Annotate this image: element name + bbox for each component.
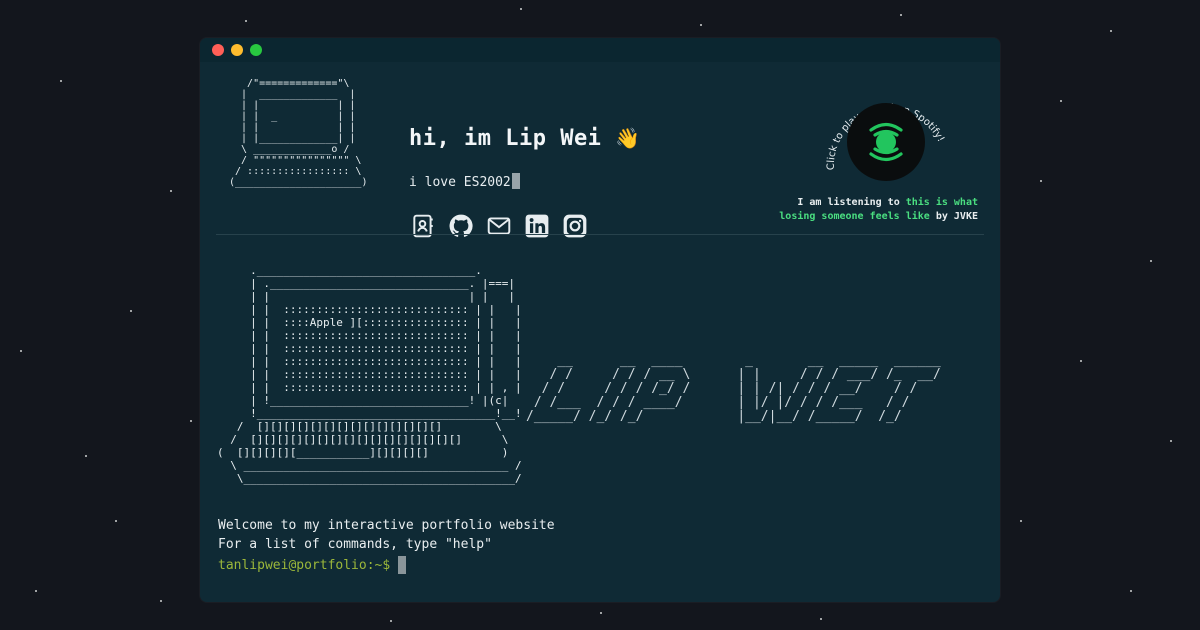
tagline: i love ES2002 — [409, 173, 520, 190]
title-bar — [200, 38, 1000, 62]
apple-ii-ascii-art: ._________________________________. | ._… — [217, 264, 522, 485]
contact-icon[interactable] — [410, 213, 436, 239]
close-button[interactable] — [212, 44, 224, 56]
minimize-button[interactable] — [231, 44, 243, 56]
spotify-icon — [847, 103, 925, 181]
shell-prompt: tanlipwei@portfolio:~$ — [218, 557, 391, 573]
divider — [216, 234, 984, 235]
by-text: by — [935, 211, 948, 222]
command-input[interactable] — [398, 556, 407, 574]
social-links — [410, 213, 588, 239]
now-playing: I am listening to this is what losing so… — [758, 196, 978, 224]
maximize-button[interactable] — [250, 44, 262, 56]
computer-ascii-art: /"============="\ | _____________ | | | … — [229, 78, 368, 188]
greeting-text: hi, im Lip Wei — [409, 126, 602, 151]
instagram-icon[interactable] — [562, 213, 588, 239]
terminal-window: /"============="\ | _____________ | | | … — [200, 38, 1000, 602]
email-icon[interactable] — [486, 213, 512, 239]
github-icon[interactable] — [448, 213, 474, 239]
help-hint-line: For a list of commands, type "help" — [218, 537, 492, 552]
name-ascii-banner: __ __ ____ _ __ _____ ______ / / / / / _… — [526, 353, 941, 424]
tagline-text: i love ES2002 — [409, 175, 511, 190]
listening-prefix: I am listening to — [797, 197, 900, 208]
wave-emoji: 👋 — [615, 126, 641, 150]
linkedin-icon[interactable] — [524, 213, 550, 239]
page-title: hi, im Lip Wei 👋 — [409, 126, 641, 151]
text-cursor — [511, 173, 520, 189]
welcome-line: Welcome to my interactive portfolio webs… — [218, 518, 555, 533]
command-line: tanlipwei@portfolio:~$ — [218, 556, 407, 574]
welcome-message: Welcome to my interactive portfolio webs… — [218, 516, 555, 554]
artist-name: JVKE — [953, 211, 978, 222]
